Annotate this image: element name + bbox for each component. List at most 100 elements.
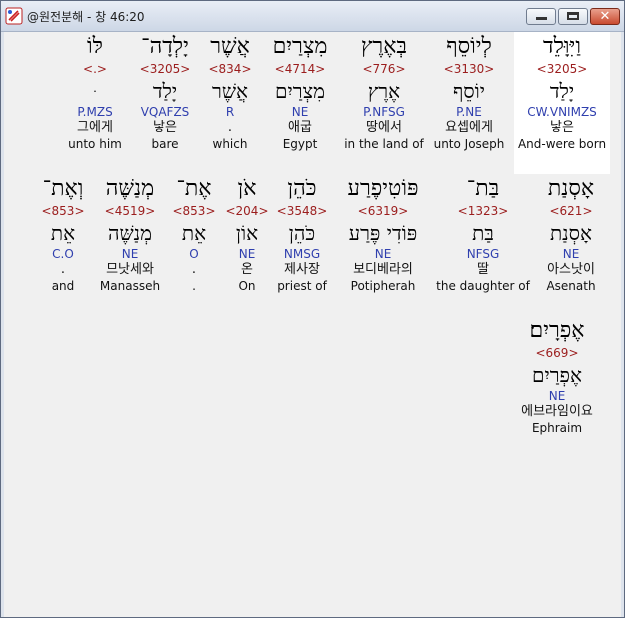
korean-gloss: 그에게 — [77, 120, 113, 135]
english-gloss: which — [212, 137, 248, 151]
hebrew-word: לְיוֹסֵף — [446, 34, 492, 59]
minimize-icon — [536, 17, 547, 20]
korean-gloss: 낳은 — [153, 120, 177, 135]
strong-number[interactable]: <669> — [504, 346, 610, 361]
hebrew-word: וְאֶת־ — [42, 176, 84, 201]
strong-number[interactable]: <853> — [34, 204, 92, 219]
korean-gloss: 아스낫이 — [547, 262, 595, 277]
word-block[interactable]: אֹן <204> אוֹן NE 온 On — [224, 174, 270, 294]
english-gloss: Egypt — [282, 137, 318, 151]
hebrew-word: אָסְנַת — [547, 176, 595, 201]
hebrew-lemma: אֶפְרַיִם — [531, 363, 583, 387]
hebrew-lemma: מְנַשֶּׁה — [107, 221, 153, 245]
hebrew-word: פּוֹטִיפֶרַע — [347, 176, 419, 201]
hebrew-word: בַּת־ — [466, 176, 500, 201]
word-block[interactable]: וַיִּוָּלֵד <3205> יָלַד CW.VNIMZS 낳은 An… — [514, 32, 610, 174]
maximize-icon — [567, 12, 579, 20]
korean-gloss: . — [227, 120, 233, 135]
word-block[interactable]: אֲשֶׁר <834> אֲשֶׁר R . which — [202, 32, 258, 152]
word-block[interactable]: וְאֶת־ <853> אֵת C.O . and — [34, 174, 92, 294]
hebrew-lemma: אֲשֶׁר — [212, 79, 248, 103]
word-block[interactable]: יָלְדָה־ <3205> יָלַד VQAFZS 낳은 bare — [132, 32, 198, 152]
morph-code: P.NFSG — [363, 105, 405, 119]
hebrew-word: אֲשֶׁר — [210, 34, 250, 59]
hebrew-lemma: אֵת — [50, 221, 76, 245]
english-gloss: in the land of — [344, 137, 424, 151]
korean-gloss: 보디베라의 — [353, 262, 413, 277]
title-bar[interactable]: @원전분해 - 창 46:20 ✕ — [1, 1, 624, 32]
word-block[interactable]: מְנַשֶּׁה <4519> מְנַשֶּׁה NE 므낫세와 Manas… — [94, 174, 166, 294]
hebrew-lemma: אוֹן — [235, 221, 259, 245]
word-block[interactable]: אָסְנַת <621> אָסְנַת NE 아스낫이 Asenath — [532, 174, 610, 294]
strong-number[interactable]: <3548> — [272, 204, 332, 219]
morph-code: P.MZS — [77, 105, 113, 119]
minimize-button[interactable] — [526, 8, 556, 25]
korean-gloss: 딸 — [477, 262, 489, 277]
strong-number[interactable]: <.> — [62, 62, 128, 77]
word-block[interactable]: לּוֹ <.> ּ P.MZS 그에게 unto him — [62, 32, 128, 152]
korean-gloss: 에브라임이요 — [521, 404, 593, 419]
window-title: @원전분해 - 창 46:20 — [27, 10, 145, 24]
word-block[interactable]: בְּאֶרֶץ <776> אֶרֶץ P.NFSG 땅에서 in the l… — [342, 32, 426, 152]
hebrew-lemma: יָלַד — [152, 79, 178, 103]
interlinear-panel: וַיִּוָּלֵד <3205> יָלַד CW.VNIMZS 낳은 An… — [4, 32, 621, 615]
hebrew-lemma: אָסְנַת — [549, 221, 593, 245]
word-block[interactable]: בַּת־ <1323> בַּת NFSG 딸 the daughter of — [436, 174, 530, 294]
english-gloss: Manasseh — [99, 279, 161, 293]
hebrew-lemma: יוֹסֵף — [452, 79, 486, 103]
morph-code: NMSG — [283, 247, 321, 261]
strong-number[interactable]: <3205> — [514, 62, 610, 77]
korean-gloss: . — [191, 262, 197, 277]
hebrew-word: אֶת־ — [176, 176, 212, 201]
hebrew-word: מְנַשֶּׁה — [105, 176, 155, 201]
korean-gloss: 낳은 — [550, 120, 574, 135]
hebrew-word: מִצְרַיִם — [272, 34, 328, 59]
word-block[interactable]: כֹּהֵן <3548> כֹּהֵן NMSG 제사장 priest of — [272, 174, 332, 294]
english-gloss: Ephraim — [531, 421, 583, 435]
korean-gloss: 므낫세와 — [106, 262, 154, 277]
english-gloss: unto him — [68, 137, 122, 151]
close-icon: ✕ — [599, 9, 611, 24]
strong-number[interactable]: <834> — [202, 62, 258, 77]
korean-gloss: 요셉에게 — [445, 120, 493, 135]
english-gloss: . — [192, 279, 196, 293]
strong-number[interactable]: <621> — [532, 204, 610, 219]
english-gloss: On — [238, 279, 256, 293]
strong-number[interactable]: <3205> — [132, 62, 198, 77]
korean-gloss: 애굽 — [288, 120, 312, 135]
strong-number[interactable]: <204> — [224, 204, 270, 219]
word-block[interactable]: לְיוֹסֵף <3130> יוֹסֵף P.NE 요셉에게 unto Jo… — [429, 32, 509, 152]
english-gloss: priest of — [277, 279, 327, 293]
hebrew-lemma: כֹּהֵן — [288, 221, 316, 245]
morph-code: R — [225, 105, 235, 119]
hebrew-lemma: אֵת — [181, 221, 207, 245]
strong-number[interactable]: <776> — [342, 62, 426, 77]
strong-number[interactable]: <6319> — [334, 204, 432, 219]
close-button[interactable]: ✕ — [590, 8, 620, 25]
hebrew-word: אֹן — [237, 176, 257, 201]
word-block[interactable]: מִצְרַיִם <4714> מִצְרַיִם NE 애굽 Egypt — [262, 32, 338, 152]
app-icon — [5, 7, 23, 25]
morph-code: CW.VNIMZS — [527, 105, 597, 119]
word-block[interactable]: פּוֹטִיפֶרַע <6319> פּוֹדִי פֶּרַע NE 보디… — [334, 174, 432, 294]
morph-code: NE — [374, 247, 392, 261]
word-block[interactable]: אֶפְרָיִם׃ <669> אֶפְרַיִם NE 에브라임이요 Eph… — [504, 316, 610, 436]
english-gloss: And-were born — [517, 137, 607, 151]
hebrew-lemma: פּוֹדִי פֶּרַע — [348, 221, 418, 245]
morph-code: VQAFZS — [140, 105, 190, 119]
word-block[interactable]: אֶת־ <853> אֵת O . . — [168, 174, 220, 294]
strong-number[interactable]: <4714> — [262, 62, 338, 77]
strong-number[interactable]: <4519> — [94, 204, 166, 219]
morph-code: O — [189, 247, 199, 261]
morph-code: C.O — [52, 247, 74, 261]
maximize-button[interactable] — [558, 8, 588, 25]
strong-number[interactable]: <1323> — [436, 204, 530, 219]
hebrew-word: יָלְדָה־ — [141, 34, 189, 59]
strong-number[interactable]: <3130> — [429, 62, 509, 77]
morph-code: NE — [121, 247, 139, 261]
morph-code: NE — [238, 247, 256, 261]
hebrew-word: וַיִּוָּלֵד — [543, 34, 581, 59]
strong-number[interactable]: <853> — [168, 204, 220, 219]
hebrew-lemma: מִצְרַיִם — [275, 79, 325, 103]
english-gloss: the daughter of — [436, 279, 530, 293]
